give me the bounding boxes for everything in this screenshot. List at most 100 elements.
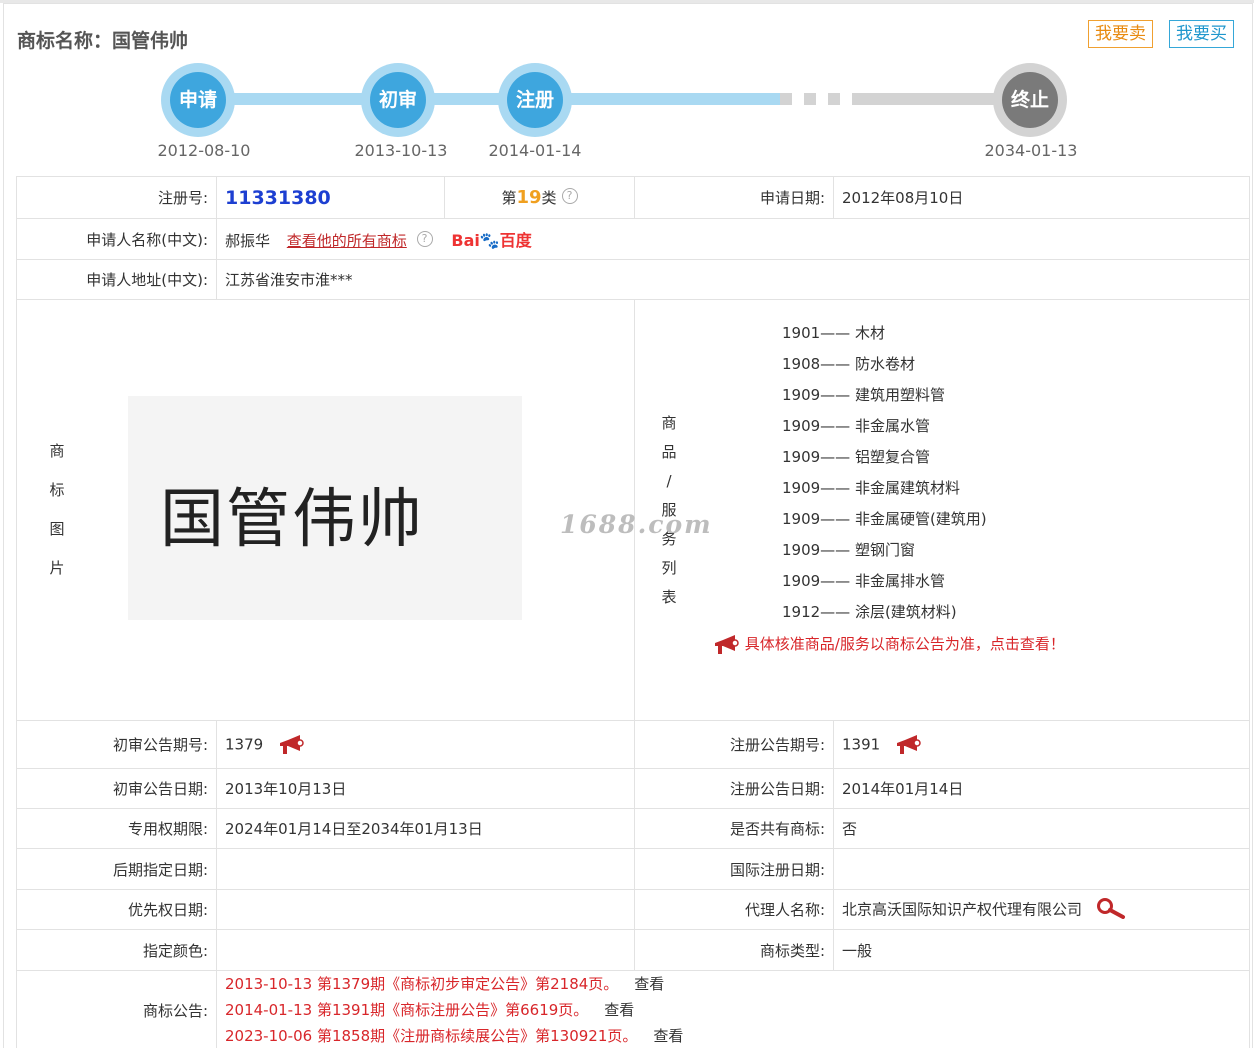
image-label-char: 标: [49, 481, 65, 499]
goods-item: 1909—— 塑钢门窗: [782, 541, 915, 559]
table-row: 申请人名称(中文): 郝振华 查看他的所有商标 ? Bai🐾百度: [16, 218, 1250, 260]
goods-item: 1901—— 木材: [782, 324, 885, 342]
timeline-step-label: 注册: [507, 72, 563, 128]
reg-pub-no-cell: 1391: [833, 720, 1250, 769]
prelim-date-label: 初审公告日期:: [16, 768, 217, 809]
goods-label-char: 列: [661, 558, 677, 577]
goods-item: 1908—— 防水卷材: [782, 355, 915, 373]
timeline-date: 2014-01-14: [488, 141, 582, 160]
table-row: 指定颜色: 商标类型: 一般: [16, 929, 1250, 971]
timeline-date: 2012-08-10: [157, 141, 251, 160]
publications-cell: 2013-10-13 第1379期《商标初步审定公告》第2184页。 查看 201…: [216, 970, 1250, 1048]
table-row: 优先权日期: 代理人名称: 北京高沃国际知识产权代理有限公司: [16, 889, 1250, 930]
publication-text: 2023-10-06 第1858期《注册商标续展公告》第130921页。: [225, 1027, 638, 1045]
timeline-step-register: 注册: [498, 63, 572, 137]
baidu-text: Bai: [451, 231, 480, 250]
applicant-value: 郝振华: [225, 232, 271, 250]
table-row: 后期指定日期: 国际注册日期:: [16, 848, 1250, 890]
address-label: 申请人地址(中文):: [16, 259, 217, 300]
publication-item: 2013-10-13 第1379期《商标初步审定公告》第2184页。 查看: [225, 971, 1241, 997]
exclusive-label: 专用权期限:: [16, 808, 217, 849]
timeline-track-dashed: [780, 93, 852, 105]
shared-label: 是否共有商标:: [634, 808, 834, 849]
timeline-step-label: 初审: [370, 72, 426, 128]
agent-value: 北京高沃国际知识产权代理有限公司: [842, 900, 1083, 918]
publication-text: 2013-10-13 第1379期《商标初步审定公告》第2184页。: [225, 975, 619, 993]
apply-date-label: 申请日期:: [634, 176, 834, 219]
announcement-horn-icon[interactable]: [895, 734, 921, 755]
later-date-label: 后期指定日期:: [16, 848, 217, 890]
shared-value: 否: [833, 808, 1250, 849]
prelim-date-value: 2013年10月13日: [216, 768, 635, 809]
view-publication-link[interactable]: 查看: [604, 1001, 634, 1019]
view-all-trademarks-link[interactable]: 查看他的所有商标: [287, 232, 407, 250]
reg-no-cell: 11331380: [216, 176, 445, 219]
timeline-date: 2034-01-13: [984, 141, 1078, 160]
intl-date-value: [833, 848, 1250, 890]
goods-notice-text: 具体核准商品/服务以商标公告为准，点击查看！: [744, 635, 1065, 653]
apply-date-value: 2012年08月10日: [833, 176, 1250, 219]
announcement-horn-icon[interactable]: [278, 734, 304, 755]
help-icon[interactable]: ?: [561, 188, 578, 204]
publication-item: 2023-10-06 第1858期《注册商标续展公告》第130921页。 查看: [225, 1023, 1241, 1048]
class-suffix: 类: [541, 189, 557, 207]
help-icon[interactable]: ?: [416, 231, 433, 247]
baidu-paw-icon: 🐾: [479, 231, 500, 250]
view-publication-link[interactable]: 查看: [653, 1027, 683, 1045]
publications-label: 商标公告:: [16, 970, 217, 1048]
later-date-value: [216, 848, 635, 890]
reg-no-label: 注册号:: [16, 176, 217, 219]
image-label-vertical: 商 标 图 片: [47, 432, 67, 588]
class-cell: 第19类?: [444, 176, 635, 219]
goods-item: 1909—— 非金属排水管: [782, 572, 945, 590]
timeline-step-label: 终止: [1002, 72, 1058, 128]
agent-cell: 北京高沃国际知识产权代理有限公司: [833, 889, 1250, 930]
goods-list: 1901—— 木材 1908—— 防水卷材 1909—— 建筑用塑料管 1909…: [782, 322, 987, 632]
reg-pub-no-value: 1391: [842, 735, 881, 753]
applicant-cell: 郝振华 查看他的所有商标 ? Bai🐾百度: [216, 218, 1250, 260]
timeline-track-complete: [198, 93, 780, 105]
goods-label-char: 商: [661, 413, 677, 432]
watermark: 1688.com: [560, 510, 713, 539]
publication-text: 2014-01-13 第1391期《商标注册公告》第6619页。: [225, 1001, 589, 1019]
timeline-step-label: 申请: [170, 72, 226, 128]
sell-button[interactable]: 我要卖: [1088, 20, 1153, 48]
goods-label-char: 品: [661, 442, 677, 461]
image-label-char: 商: [49, 442, 65, 460]
address-value: 江苏省淮安市淮***: [216, 259, 1250, 300]
goods-item: 1912—— 涂层(建筑材料): [782, 603, 957, 621]
table-row: 初审公告期号: 1379 注册公告期号: 1391: [16, 720, 1250, 769]
goods-item: 1909—— 建筑用塑料管: [782, 386, 945, 404]
publication-item: 2014-01-13 第1391期《商标注册公告》第6619页。 查看: [225, 997, 1241, 1023]
baidu-cn-text: 百度: [499, 231, 532, 250]
announcement-horn-icon: [712, 634, 740, 655]
goods-label-char: /: [666, 471, 672, 490]
type-value: 一般: [833, 929, 1250, 971]
view-publication-link[interactable]: 查看: [634, 975, 664, 993]
buy-button[interactable]: 我要买: [1169, 20, 1234, 48]
goods-notice-link[interactable]: 具体核准商品/服务以商标公告为准，点击查看！: [712, 633, 1065, 655]
timeline-step-terminate: 终止: [993, 63, 1067, 137]
search-icon[interactable]: [1095, 897, 1127, 923]
timeline-date: 2013-10-13: [354, 141, 448, 160]
type-label: 商标类型:: [634, 929, 834, 971]
reg-pub-date-value: 2014年01月14日: [833, 768, 1250, 809]
table-row: 申请人地址(中文): 江苏省淮安市淮***: [16, 259, 1250, 300]
reg-pub-date-label: 注册公告日期:: [634, 768, 834, 809]
intl-date-label: 国际注册日期:: [634, 848, 834, 890]
prelim-no-cell: 1379: [216, 720, 635, 769]
trademark-image-text: 国管伟帅: [160, 483, 424, 557]
goods-item: 1909—— 非金属水管: [782, 417, 930, 435]
table-row: 专用权期限: 2024年01月14日至2034年01月13日 是否共有商标: 否: [16, 808, 1250, 849]
agent-label: 代理人名称:: [634, 889, 834, 930]
timeline-step-apply: 申请: [161, 63, 235, 137]
baidu-search-link[interactable]: Bai🐾百度: [451, 227, 531, 251]
table-row: 注册号: 11331380 第19类? 申请日期: 2012年08月10日: [16, 176, 1250, 219]
prelim-no-value: 1379: [225, 735, 264, 753]
table-row: 初审公告日期: 2013年10月13日 注册公告日期: 2014年01月14日: [16, 768, 1250, 809]
image-label-char: 图: [49, 520, 65, 538]
color-label: 指定颜色:: [16, 929, 217, 971]
applicant-label: 申请人名称(中文):: [16, 218, 217, 260]
reg-no-value: 11331380: [225, 186, 331, 209]
color-value: [216, 929, 635, 971]
